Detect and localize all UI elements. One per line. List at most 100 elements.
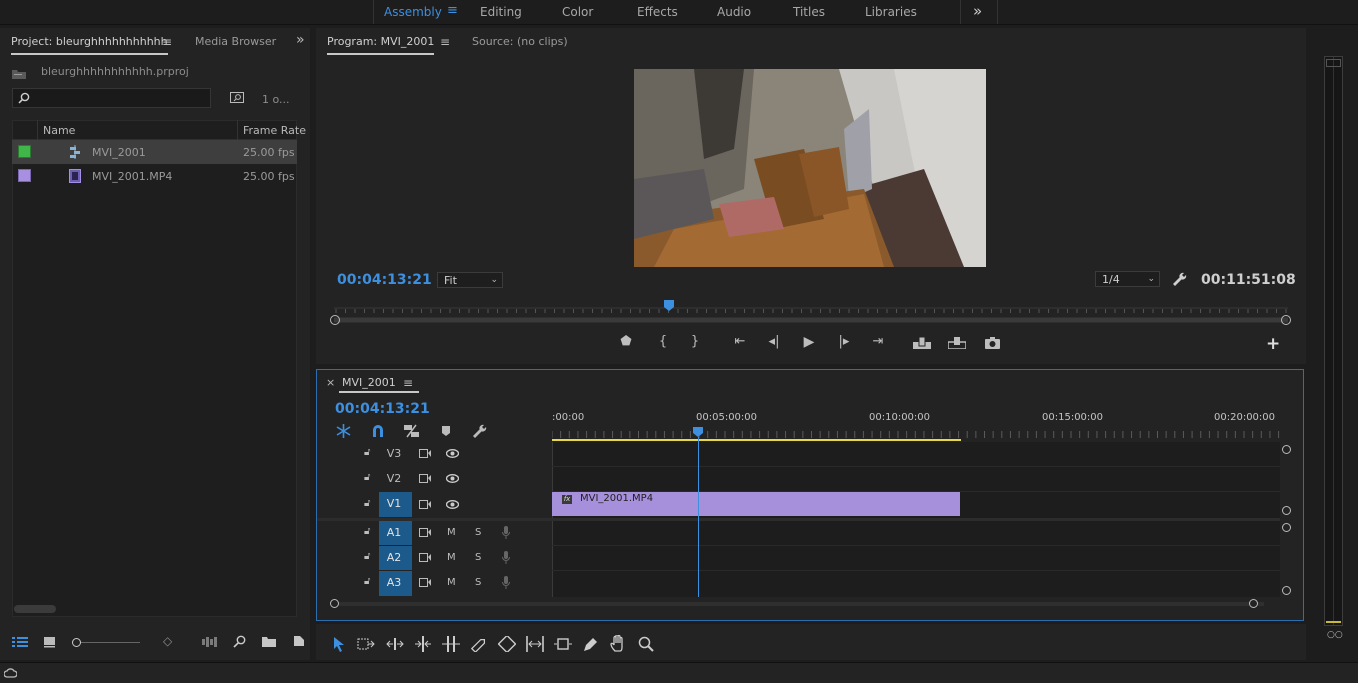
zoom-slider-handle[interactable] <box>72 638 81 647</box>
timeline-horizontal-scrollbar[interactable] <box>334 602 1264 606</box>
sync-lock-icon[interactable] <box>419 578 432 587</box>
new-bin-icon[interactable] <box>262 636 276 647</box>
track-target-a2[interactable]: A2 <box>379 547 409 569</box>
search-input[interactable] <box>12 88 211 108</box>
clip-indicator[interactable] <box>1326 59 1341 67</box>
program-time-ruler[interactable] <box>328 298 1294 326</box>
automate-to-sequence-icon[interactable] <box>202 637 218 647</box>
selection-tool-icon[interactable] <box>333 636 345 652</box>
workspaces-overflow-icon[interactable]: » <box>973 2 982 20</box>
video-scroll-handle-top[interactable] <box>1282 445 1291 454</box>
linked-selection-icon[interactable] <box>404 424 419 438</box>
audio-scroll-handle-bottom[interactable] <box>1282 586 1291 595</box>
track-target-v1[interactable]: V1 <box>379 493 409 515</box>
slip-tool-icon[interactable] <box>498 636 516 652</box>
zoom-slider[interactable] <box>76 642 140 643</box>
zoom-tool-icon[interactable] <box>638 636 654 652</box>
sync-lock-icon[interactable] <box>419 474 432 483</box>
playhead-line[interactable] <box>698 437 699 597</box>
ripple-edit-tool-icon[interactable] <box>386 638 404 650</box>
playback-resolution-dropdown[interactable]: 1/4 ⌄ <box>1095 271 1160 287</box>
workspace-assembly[interactable]: Assembly <box>384 5 442 19</box>
find-icon[interactable] <box>233 635 246 648</box>
eye-icon[interactable] <box>446 449 459 458</box>
eye-icon[interactable] <box>446 500 459 509</box>
step-back-icon[interactable]: ◂| <box>764 334 784 349</box>
video-frame[interactable] <box>634 69 986 267</box>
horizontal-scrollbar[interactable] <box>14 605 56 613</box>
eye-icon[interactable] <box>446 474 459 483</box>
tab-project[interactable]: Project: bleurghhhhhhhhhhh <box>11 31 168 55</box>
sequence-tab[interactable]: MVI_2001 <box>342 376 396 389</box>
panel-overflow-icon[interactable]: » <box>296 32 305 48</box>
button-editor-plus-icon[interactable]: + <box>1266 334 1280 354</box>
wrench-icon[interactable] <box>1172 272 1187 287</box>
play-icon[interactable]: ▶ <box>799 334 819 350</box>
lift-icon[interactable] <box>913 337 931 349</box>
mute-button[interactable]: M <box>447 552 456 563</box>
lock-icon[interactable]: 🔓︎ <box>364 576 370 587</box>
scroll-end-handle[interactable] <box>1249 599 1258 608</box>
extract-icon[interactable] <box>948 337 966 349</box>
track-select-tool-icon[interactable] <box>357 638 375 650</box>
new-item-icon[interactable] <box>293 635 305 647</box>
solo-meter-icon[interactable]: ○○ <box>1327 630 1343 640</box>
workspace-effects[interactable]: Effects <box>637 5 678 19</box>
track-target-v3[interactable]: V3 <box>379 443 409 465</box>
icon-view-icon[interactable] <box>43 636 56 648</box>
nest-icon[interactable] <box>336 424 351 438</box>
track-target-a1[interactable]: A1 <box>379 522 409 544</box>
scroll-start-handle[interactable] <box>330 599 339 608</box>
add-marker-icon[interactable]: ⬟ <box>616 334 636 349</box>
sync-lock-icon[interactable] <box>419 553 432 562</box>
rolling-edit-tool-icon[interactable] <box>414 636 432 652</box>
slide-tool-icon[interactable] <box>525 636 545 652</box>
solo-button[interactable]: S <box>475 527 481 538</box>
list-item[interactable]: MVI_2001.MP4 25.00 fps <box>12 164 297 188</box>
razor-tool-icon[interactable] <box>470 636 488 652</box>
solo-button[interactable]: S <box>475 577 481 588</box>
creative-cloud-icon[interactable] <box>4 667 17 679</box>
mark-out-icon[interactable]: } <box>685 334 705 349</box>
list-view-icon[interactable] <box>12 636 28 648</box>
lock-icon[interactable]: 🔓︎ <box>364 447 370 458</box>
workspace-audio[interactable]: Audio <box>717 5 751 19</box>
lock-icon[interactable]: 🔓︎ <box>364 551 370 562</box>
playhead-icon[interactable] <box>663 299 675 313</box>
workspace-editing[interactable]: Editing <box>480 5 522 19</box>
zoom-scroll-end-handle[interactable] <box>1281 315 1291 325</box>
tab-source[interactable]: Source: (no clips) <box>472 31 568 53</box>
step-forward-icon[interactable]: |▸ <box>834 334 854 349</box>
panel-menu-icon[interactable]: ≡ <box>162 35 172 49</box>
microphone-icon[interactable] <box>502 551 510 564</box>
add-marker-icon[interactable] <box>441 425 451 437</box>
mark-in-icon[interactable]: { <box>653 334 673 349</box>
sync-lock-icon[interactable] <box>419 449 432 458</box>
panel-menu-icon[interactable]: ≡ <box>440 35 450 49</box>
video-scroll-handle-bottom[interactable] <box>1282 506 1291 515</box>
lock-icon[interactable]: 🔓︎ <box>364 498 370 509</box>
snap-magnet-icon[interactable] <box>371 424 385 438</box>
mute-button[interactable]: M <box>447 527 456 538</box>
audio-scroll-handle-top[interactable] <box>1282 523 1291 532</box>
workspace-menu-icon[interactable]: ≡ <box>447 3 458 18</box>
track-target-v2[interactable]: V2 <box>379 468 409 490</box>
track-target-a3[interactable]: A3 <box>379 572 409 594</box>
column-name[interactable]: Name <box>43 124 75 137</box>
timeline-clip[interactable]: fx MVI_2001.MP4 <box>552 492 960 516</box>
hand-tool-icon[interactable] <box>610 635 628 653</box>
zoom-scroll-start-handle[interactable] <box>330 315 340 325</box>
sync-lock-icon[interactable] <box>419 500 432 509</box>
zoom-level-dropdown[interactable]: Fit ⌄ <box>437 272 503 288</box>
close-sequence-icon[interactable]: × <box>326 376 335 389</box>
workspace-titles[interactable]: Titles <box>793 5 825 19</box>
timeline-ruler[interactable] <box>552 425 1282 443</box>
tab-program[interactable]: Program: MVI_2001 <box>327 31 435 55</box>
lock-icon[interactable]: 🔓︎ <box>364 526 370 537</box>
sort-icon[interactable]: ◇ <box>163 634 172 648</box>
timeline-settings-wrench-icon[interactable] <box>472 424 487 439</box>
export-frame-icon[interactable] <box>985 337 1000 349</box>
playhead-timecode[interactable]: 00:04:13:21 <box>337 272 432 288</box>
go-to-out-icon[interactable]: ⇥ <box>868 334 888 349</box>
workspace-color[interactable]: Color <box>562 5 593 19</box>
